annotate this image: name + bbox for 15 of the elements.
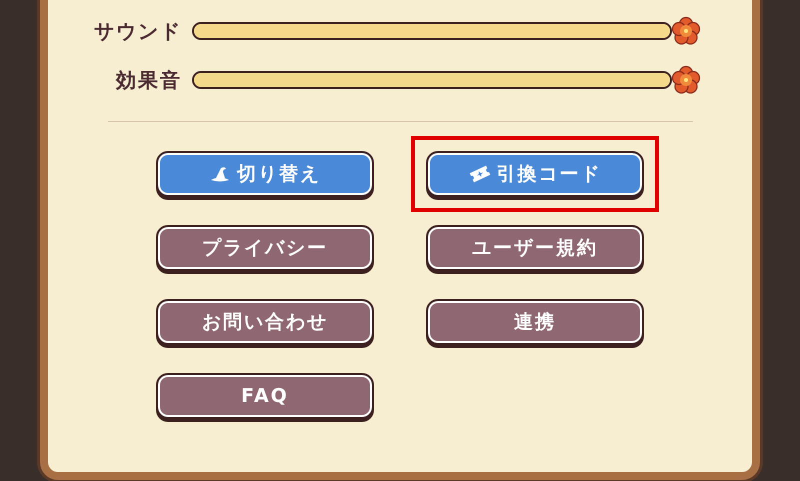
menu-button[interactable]: 切り替え	[156, 151, 374, 197]
menu-button[interactable]: お問い合わせ	[156, 299, 374, 345]
flower-icon	[671, 65, 701, 95]
slider-label: サウンド	[93, 18, 182, 45]
flower-icon	[671, 16, 701, 46]
menu-button[interactable]: プライバシー	[156, 225, 374, 271]
menu-button[interactable]: 連携	[426, 299, 644, 345]
menu-button[interactable]: 引換コード	[426, 151, 644, 197]
volume-slider[interactable]	[192, 16, 700, 46]
volume-slider[interactable]	[192, 65, 700, 95]
witch-hat-icon	[209, 165, 231, 183]
slider-label: 効果音	[114, 67, 182, 94]
menu-button[interactable]: ユーザー規約	[426, 225, 644, 271]
menu-button[interactable]: FAQ	[156, 373, 374, 419]
ticket-icon	[468, 165, 490, 183]
